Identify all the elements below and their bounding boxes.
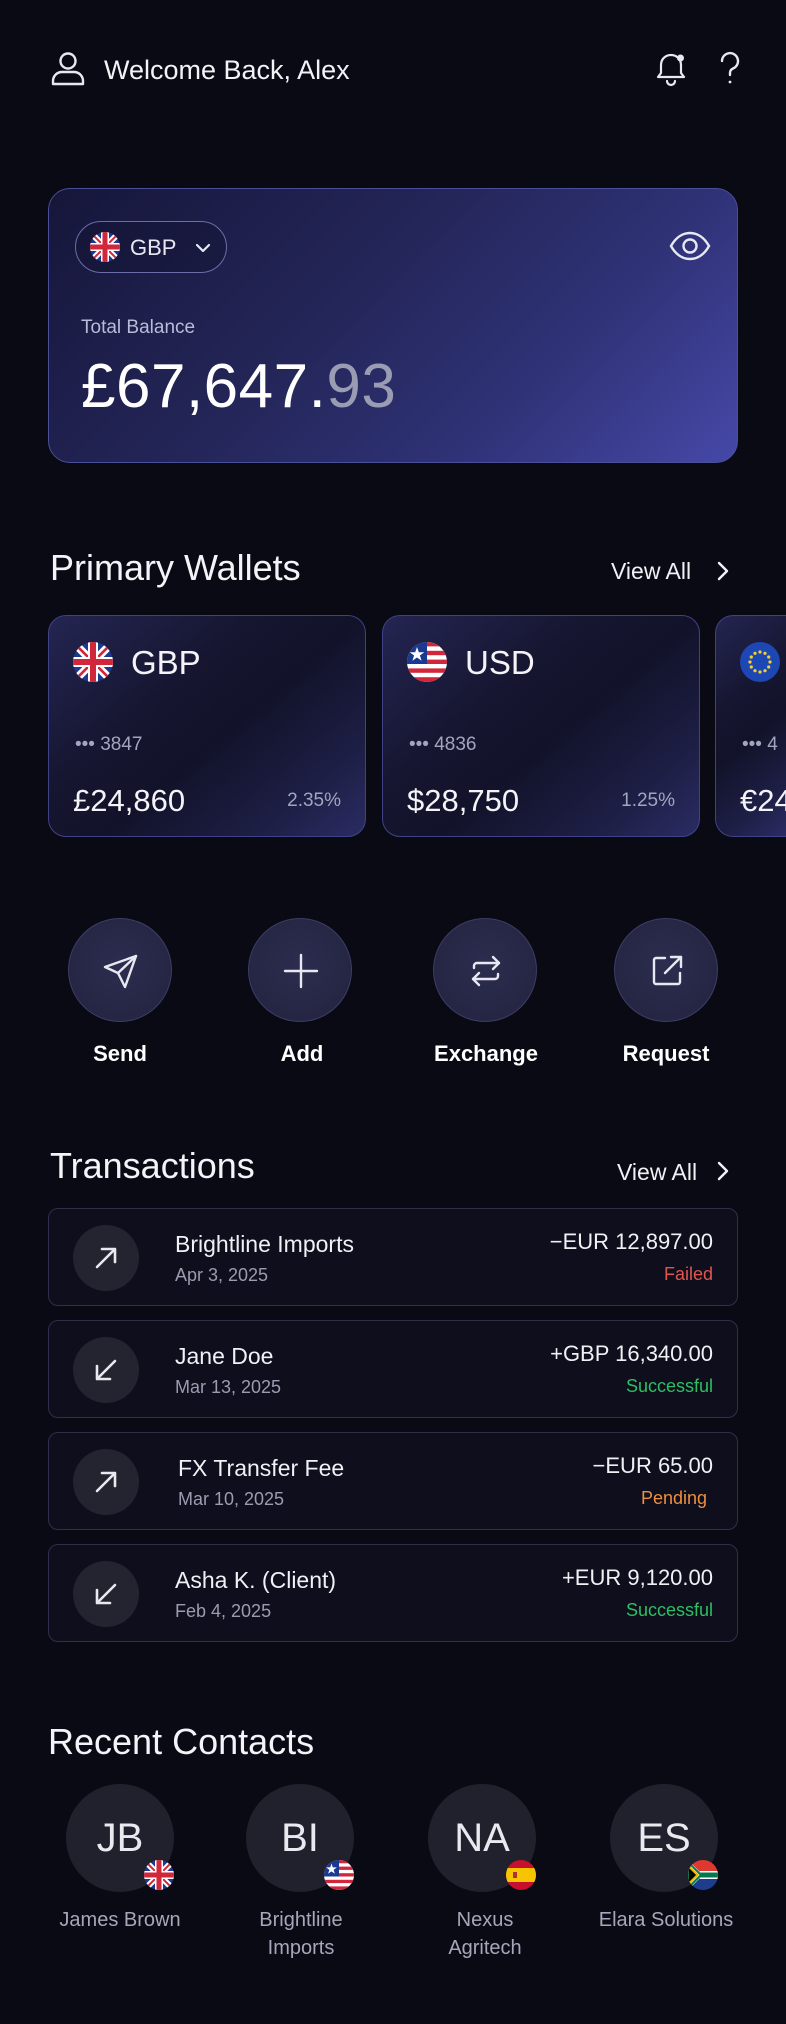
us-flag-icon: [407, 642, 447, 682]
contact-avatar[interactable]: NA: [428, 1784, 536, 1892]
contact-avatar[interactable]: ES: [610, 1784, 718, 1892]
exchange-label: Exchange: [434, 1041, 538, 1066]
balance-card: GBP Total Balance £67,647.93: [48, 188, 738, 463]
transaction-date: Mar 10, 2025: [178, 1489, 285, 1509]
incoming-arrow-icon: [73, 1561, 139, 1627]
contact-name: Elara Solutions: [576, 1906, 756, 1934]
transaction-status: Failed: [663, 1264, 713, 1284]
transaction-name: FX Transfer Fee: [178, 1455, 345, 1481]
contact-initials: NA: [454, 1816, 510, 1860]
transaction-status: Pending: [640, 1488, 707, 1508]
plus-icon: [283, 953, 319, 989]
balance-amount: £67,647.93: [81, 349, 396, 425]
wallet-card-gbp[interactable]: GBP ••• 3847 £24,860 2.35%: [48, 615, 366, 837]
wallet-percent: 2.35%: [287, 790, 341, 811]
spain-flag-icon: [506, 1860, 536, 1890]
add-button[interactable]: [248, 918, 352, 1022]
us-flag-icon: [324, 1860, 354, 1890]
transaction-amount: −EUR 65.00: [592, 1453, 713, 1478]
transaction-name: Brightline Imports: [175, 1231, 354, 1257]
contact-name-line2: Agritech: [448, 1937, 522, 1959]
welcome-title: Welcome Back, Alex: [104, 55, 350, 85]
transaction-name: Asha K. (Client): [175, 1567, 337, 1593]
send-label: Send: [93, 1041, 147, 1066]
eye-icon[interactable]: [669, 225, 711, 267]
transaction-amount: +EUR 9,120.00: [561, 1565, 713, 1590]
wallets-view-all[interactable]: View All: [611, 556, 691, 586]
transaction-amount: +GBP 16,340.00: [550, 1341, 713, 1366]
bell-icon[interactable]: [652, 50, 690, 88]
contact-name-line1: Elara Solutions: [598, 1909, 734, 1931]
contact-name: Nexus Agritech: [395, 1906, 575, 1962]
exchange-icon: [471, 955, 501, 987]
uk-flag-icon: [144, 1860, 174, 1890]
incoming-arrow-icon: [73, 1337, 139, 1403]
help-icon[interactable]: [712, 50, 748, 88]
request-button[interactable]: [614, 918, 718, 1022]
transaction-amount: −EUR 12,897.00: [549, 1229, 713, 1254]
exchange-button[interactable]: [433, 918, 537, 1022]
transaction-date: Mar 13, 2025: [175, 1377, 282, 1397]
uk-flag-icon: [73, 642, 113, 682]
currency-selector[interactable]: GBP: [75, 221, 227, 273]
balance-label: Total Balance: [81, 317, 196, 338]
chevron-right-icon[interactable]: [712, 560, 734, 582]
wallet-card-usd[interactable]: USD ••• 4836 $28,750 1.25%: [382, 615, 700, 837]
wallet-masked-number: ••• 4836: [409, 734, 477, 755]
transaction-status: Successful: [625, 1376, 713, 1396]
wallet-code: USD: [465, 644, 535, 681]
transaction-date: Apr 3, 2025: [175, 1265, 269, 1285]
send-button[interactable]: [68, 918, 172, 1022]
chevron-down-icon: [195, 243, 211, 253]
transactions-view-all[interactable]: View All: [617, 1157, 697, 1187]
contact-initials: BI: [281, 1816, 319, 1860]
transaction-row[interactable]: FX Transfer Fee Mar 10, 2025 −EUR 65.00 …: [48, 1432, 738, 1530]
outgoing-arrow-icon: [73, 1449, 139, 1515]
wallets-section-title: Primary Wallets: [50, 547, 301, 588]
balance-amount-whole: £67,647.: [81, 352, 327, 421]
contact-avatar[interactable]: BI: [246, 1784, 354, 1892]
eu-flag-icon: [740, 642, 780, 682]
wallet-masked-number: ••• 3847: [75, 734, 143, 755]
outgoing-arrow-icon: [73, 1225, 139, 1291]
wallet-amount: $28,750: [407, 783, 520, 818]
uk-flag-icon: [90, 232, 120, 262]
south-africa-flag-icon: [688, 1860, 718, 1890]
user-icon[interactable]: [50, 50, 86, 86]
contact-name: Brightline Imports: [211, 1906, 391, 1962]
contact-name-line1: James Brown: [59, 1909, 181, 1931]
balance-amount-cents: 93: [326, 352, 397, 421]
wallet-code: GBP: [131, 644, 201, 681]
contact-name-line1: Nexus: [456, 1909, 514, 1931]
send-icon: [103, 954, 138, 989]
contacts-section-title: Recent Contacts: [48, 1721, 315, 1762]
transaction-row[interactable]: Asha K. (Client) Feb 4, 2025 +EUR 9,120.…: [48, 1544, 738, 1642]
wallet-amount: €24: [740, 783, 786, 818]
request-label: Request: [622, 1041, 710, 1066]
wallet-card-eur[interactable]: ••• 4 €24: [715, 615, 786, 837]
contact-name-line2: Imports: [267, 1937, 335, 1959]
contact-name: James Brown: [30, 1906, 210, 1934]
currency-code: GBP: [130, 235, 177, 260]
contact-name-line1: Brightline: [259, 1909, 343, 1931]
contact-avatar[interactable]: JB: [66, 1784, 174, 1892]
contact-initials: ES: [637, 1816, 691, 1860]
transaction-row[interactable]: Jane Doe Mar 13, 2025 +GBP 16,340.00 Suc…: [48, 1320, 738, 1418]
transaction-row[interactable]: Brightline Imports Apr 3, 2025 −EUR 12,8…: [48, 1208, 738, 1306]
transaction-name: Jane Doe: [175, 1343, 274, 1369]
chevron-right-icon[interactable]: [712, 1160, 734, 1182]
contact-initials: JB: [96, 1816, 144, 1860]
add-label: Add: [280, 1041, 324, 1066]
wallet-percent: 1.25%: [621, 790, 675, 811]
wallet-amount: £24,860: [73, 783, 186, 818]
request-icon: [652, 955, 683, 986]
transaction-date: Feb 4, 2025: [175, 1601, 272, 1621]
wallet-masked-number: ••• 4: [742, 734, 778, 755]
transactions-section-title: Transactions: [50, 1145, 255, 1186]
transaction-status: Successful: [625, 1600, 713, 1620]
